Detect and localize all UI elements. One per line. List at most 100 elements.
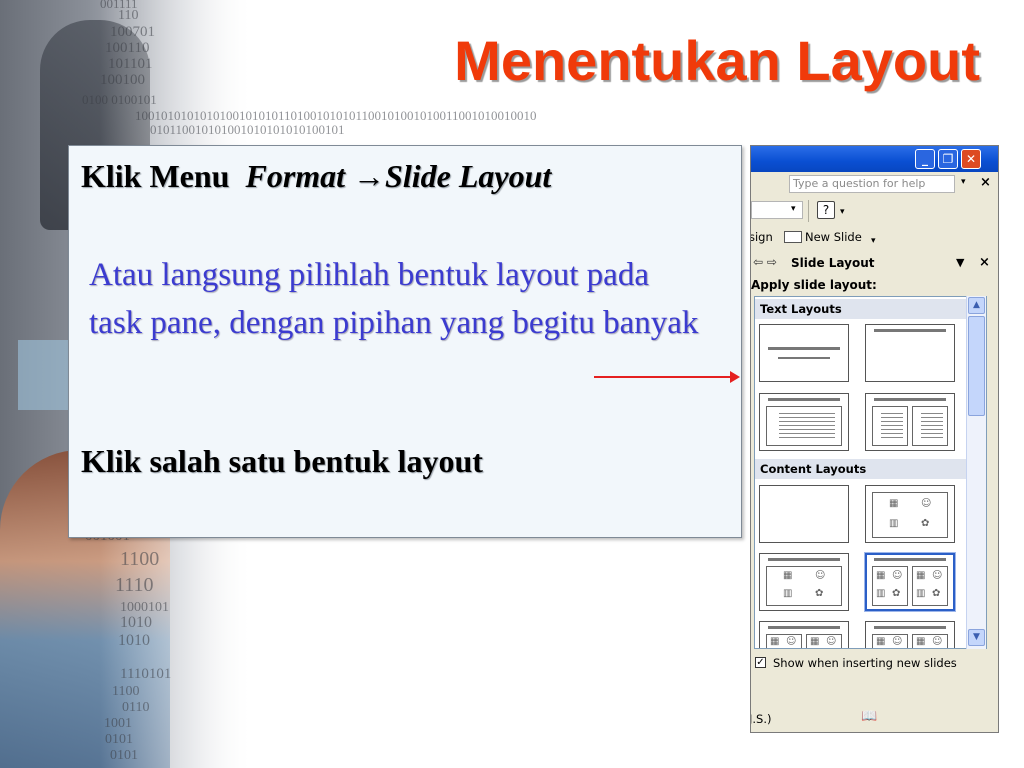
- layout-title-bar: [768, 398, 840, 401]
- slide-title: Menentukan Layout: [454, 29, 980, 92]
- layout-title-and-two-content[interactable]: ▦ ☺ ▥ ✿ ▦ ☺ ▥ ✿: [864, 552, 956, 612]
- restore-button[interactable]: ❐: [938, 149, 958, 169]
- layout-content-area: ▦ ☺: [912, 634, 948, 648]
- instruction-paragraph: Atau langsung pilihlah bentuk layout pad…: [89, 257, 699, 341]
- person-icon: ☺: [786, 636, 797, 647]
- binary-text: 1100: [112, 684, 140, 699]
- new-slide-icon[interactable]: [784, 231, 802, 243]
- close-document-icon[interactable]: ×: [980, 175, 991, 190]
- person-icon: ☺: [932, 636, 943, 647]
- new-slide-button[interactable]: New Slide: [805, 230, 862, 244]
- instruction-box: Klik Menu Format →Slide Layout Atau lang…: [68, 145, 742, 538]
- menu-item-name: Slide Layout: [385, 158, 552, 194]
- task-pane-dropdown-icon[interactable]: ▼: [956, 256, 964, 269]
- layout-content-area: ▦ ☺: [806, 634, 842, 648]
- layout-title-bar: [874, 626, 946, 629]
- layout-content-area: ▦ ☺: [766, 634, 802, 648]
- layout-content-area: ▦ ☺ ▥ ✿: [766, 566, 842, 606]
- show-when-inserting-label: Show when inserting new slides: [773, 656, 957, 670]
- table-icon: ▦: [876, 570, 886, 581]
- help-search-input[interactable]: Type a question for help: [789, 175, 955, 193]
- menu-path-prefix: Klik Menu: [81, 158, 230, 194]
- table-icon: ▦: [770, 636, 780, 647]
- layout-two-column-text[interactable]: [865, 393, 955, 451]
- layout-blank[interactable]: [759, 485, 849, 543]
- layout-title-bar: [768, 626, 840, 629]
- binary-text: 0101: [110, 748, 138, 763]
- zoom-dropdown-icon[interactable]: ▾: [791, 204, 796, 214]
- table-icon: ▦: [916, 636, 926, 647]
- binary-text: 101101: [108, 56, 153, 72]
- task-pane-close-icon[interactable]: ×: [979, 255, 990, 270]
- layout-text-area: [766, 406, 842, 446]
- layout-gallery: Text Layouts Content Layouts ▦ ☺ ▥ ✿ ▦ ☺…: [754, 296, 987, 649]
- design-button[interactable]: sign: [751, 230, 773, 244]
- pointer-arrow: [594, 376, 734, 378]
- table-icon: ▦: [783, 570, 793, 581]
- binary-text: 1100: [120, 548, 160, 570]
- binary-text: 0101: [105, 732, 133, 747]
- menu-arrow-icon: →: [353, 158, 386, 194]
- layout-text-lines: [921, 413, 943, 439]
- layout-title-slide[interactable]: [759, 324, 849, 382]
- scroll-down-icon[interactable]: ▼: [968, 629, 985, 646]
- layout-title-bar: [874, 558, 946, 561]
- section-content-layouts: Content Layouts: [755, 459, 967, 479]
- help-dropdown-icon[interactable]: ▾: [961, 177, 966, 187]
- binary-text: 1110101: [120, 666, 172, 682]
- layout-title-and-four-content[interactable]: ▦ ☺ ▦ ☺: [865, 621, 955, 648]
- layout-subtitle-bar: [778, 357, 830, 359]
- binary-text: 0110: [122, 700, 150, 715]
- new-slide-dropdown-icon[interactable]: ▾: [871, 236, 876, 246]
- task-pane-header: ⇦ ⇨ Slide Layout ▼ ×: [751, 253, 998, 275]
- person-icon: ☺: [921, 498, 932, 509]
- person-icon: ☺: [892, 636, 903, 647]
- binary-text: 100701: [110, 24, 155, 40]
- person-icon: ☺: [932, 570, 943, 581]
- minimize-button[interactable]: _: [915, 149, 935, 169]
- binary-text: 100110: [105, 40, 150, 56]
- layout-title-bar: [874, 398, 946, 401]
- layout-text-lines: [881, 413, 903, 439]
- menu-name: Format: [245, 158, 346, 194]
- layout-text-lines: [779, 413, 835, 439]
- person-icon: ☺: [826, 636, 837, 647]
- layout-content-area: ▦ ☺ ▥ ✿: [872, 566, 908, 606]
- layout-content-area: ▦ ☺: [872, 634, 908, 648]
- close-button[interactable]: ✕: [961, 149, 981, 169]
- layout-gallery-scrollbar[interactable]: ▲ ▼: [966, 296, 986, 649]
- table-icon: ▦: [889, 498, 899, 509]
- help-icon[interactable]: ?: [817, 201, 835, 219]
- instruction-menu-path: Klik Menu Format →Slide Layout: [81, 158, 551, 195]
- table-icon: ▦: [810, 636, 820, 647]
- layout-content[interactable]: ▦ ☺ ▥ ✿: [865, 485, 955, 543]
- scroll-up-icon[interactable]: ▲: [968, 297, 985, 314]
- person-icon: ☺: [892, 570, 903, 581]
- instruction-click-layout: Klik salah satu bentuk layout: [81, 443, 483, 479]
- diagram-icon: ✿: [892, 588, 901, 599]
- binary-text: 1010: [118, 632, 150, 649]
- show-when-inserting-checkbox[interactable]: ✓: [755, 657, 766, 668]
- section-text-layouts: Text Layouts: [755, 299, 967, 319]
- scroll-thumb[interactable]: [968, 316, 985, 416]
- layout-title-and-content[interactable]: ▦ ☺ ▥ ✿: [759, 553, 849, 611]
- layout-content-area: ▦ ☺ ▥ ✿: [872, 492, 948, 538]
- chart-icon: ▥: [889, 518, 899, 529]
- layout-title-only[interactable]: [865, 324, 955, 382]
- status-bar-language: J.S.): [750, 712, 772, 726]
- toolbar-separator: [808, 200, 809, 222]
- task-pane-title: Slide Layout: [791, 256, 875, 270]
- binary-text: 1110: [115, 574, 154, 596]
- layout-title-bar: [768, 558, 840, 561]
- layout-title-content-and-two[interactable]: ▦ ☺ ▦ ☺: [759, 621, 849, 648]
- help-icon-dropdown[interactable]: ▾: [840, 207, 845, 217]
- layout-title-bar: [768, 347, 840, 350]
- spelling-book-icon[interactable]: 📖: [861, 709, 877, 724]
- layout-content-area: ▦ ☺ ▥ ✿: [912, 566, 948, 606]
- pointer-arrow-head: [730, 371, 740, 383]
- layout-title-and-text[interactable]: [759, 393, 849, 451]
- powerpoint-screenshot: _ ❐ ✕ Type a question for help ▾ × ▾ ? ▾…: [750, 145, 999, 733]
- table-icon: ▦: [876, 636, 886, 647]
- back-forward-icon[interactable]: ⇦ ⇨: [753, 255, 777, 269]
- table-icon: ▦: [916, 570, 926, 581]
